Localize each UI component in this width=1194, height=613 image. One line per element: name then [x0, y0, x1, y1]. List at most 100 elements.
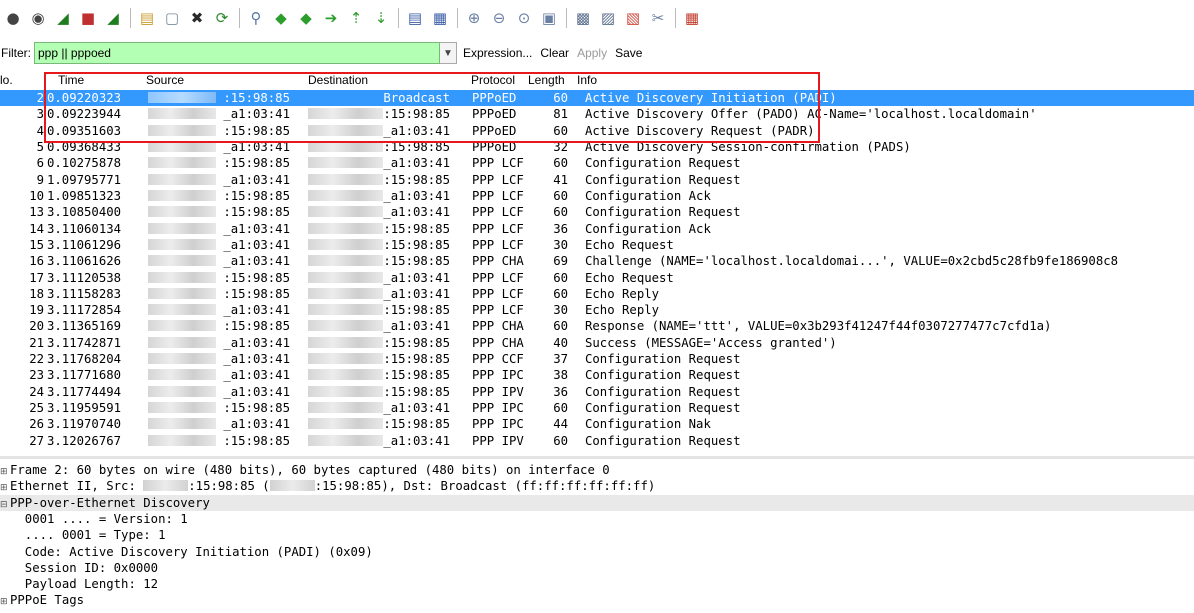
detail-line[interactable]: .... 0001 = Type: 1	[0, 527, 1194, 543]
detail-line[interactable]: Code: Active Discovery Initiation (PADI)…	[0, 544, 1194, 560]
preferences-icon[interactable]: ✂	[647, 7, 669, 29]
redacted-address	[148, 353, 216, 365]
folder-icon[interactable]: ▤	[136, 7, 158, 29]
detail-line[interactable]: 0001 .... = Version: 1	[0, 511, 1194, 527]
circle-dot-icon[interactable]: ◉	[27, 7, 49, 29]
packet-row[interactable]: 9 1.09795771 _a1:03:41:15:98:85 PPP LCF 41 Co…	[0, 172, 1194, 188]
packet-row[interactable]: 15 3.11061296 _a1:03:41:15:98:85 PPP LCF 30 E…	[0, 237, 1194, 253]
stop-icon[interactable]: ■	[77, 7, 99, 29]
packet-row[interactable]: 16 3.11061626 _a1:03:41:15:98:85 PPP CHA 69 C…	[0, 253, 1194, 269]
packet-row[interactable]: 20 3.11365169:15:98:85 _a1:03:41 PPP CHA 60 R…	[0, 318, 1194, 334]
forward-arrow-icon[interactable]: ◆	[295, 7, 317, 29]
packet-no: 6	[36, 156, 44, 171]
detail-line[interactable]: Payload Length: 12	[0, 576, 1194, 592]
packet-no: 17	[29, 270, 44, 285]
packet-details[interactable]: ⊞ Frame 2: 60 bytes on wire (480 bits), 6…	[0, 459, 1194, 613]
packet-row[interactable]: 18 3.11158283:15:98:85 _a1:03:41 PPP LCF 60 E…	[0, 286, 1194, 302]
detail-line[interactable]: Session ID: 0x0000	[0, 560, 1194, 576]
detail-text: :15:98:85 (	[188, 479, 270, 494]
packet-length: 38	[553, 368, 568, 383]
packet-protocol: PPP CCF	[472, 352, 524, 367]
packet-row[interactable]: 6 0.10275878:15:98:85 _a1:03:41 PPP LCF 60 Co…	[0, 155, 1194, 171]
packet-no: 18	[29, 286, 44, 301]
search-icon[interactable]: ⚲	[245, 7, 267, 29]
packet-row[interactable]: 22 3.11768204 _a1:03:41:15:98:85 PPP CCF 37 C…	[0, 351, 1194, 367]
packet-row[interactable]: 24 3.11774494 _a1:03:41:15:98:85 PPP IPV 36 C…	[0, 384, 1194, 400]
packet-row[interactable]: 17 3.11120538:15:98:85 _a1:03:41 PPP LCF 60 E…	[0, 270, 1194, 286]
zoom-out-icon[interactable]: ⊖	[488, 7, 510, 29]
redacted-address	[308, 418, 383, 430]
bottom-icon[interactable]: ⇣	[370, 7, 392, 29]
packet-info: Configuration Request	[585, 172, 741, 187]
detail-line[interactable]: ⊞ PPPoE Tags	[0, 592, 1194, 608]
packet-length: 60	[553, 205, 568, 220]
detail-line[interactable]: ⊞ Ethernet II, Src: :15:98:85 (:15:98:85)…	[0, 478, 1194, 494]
packet-time: 3.11365169	[47, 319, 122, 334]
packet-protocol: PPP IPC	[472, 401, 524, 416]
packet-info: Echo Request	[585, 237, 674, 252]
packet-info: Echo Request	[585, 270, 674, 285]
packet-row[interactable]: 21 3.11742871 _a1:03:41:15:98:85 PPP CHA 40 S…	[0, 335, 1194, 351]
packet-no: 3	[36, 107, 44, 122]
clear-button[interactable]: Clear	[540, 46, 569, 60]
packet-row[interactable]: 14 3.11060134 _a1:03:41:15:98:85 PPP LCF 36 C…	[0, 221, 1194, 237]
reload-icon[interactable]: ⟳	[211, 7, 233, 29]
expand-icon[interactable]: ⊞	[0, 594, 10, 610]
packet-protocol: PPP LCF	[472, 156, 524, 171]
zoom-normal-icon[interactable]: ⊙	[513, 7, 535, 29]
packet-row[interactable]: 27 3.12026767:15:98:85 _a1:03:41 PPP IPV 60 C…	[0, 433, 1194, 449]
redacted-address	[148, 271, 216, 283]
packet-no: 27	[29, 433, 44, 448]
detail-line[interactable]: ⊞ Frame 2: 60 bytes on wire (480 bits), 6…	[0, 462, 1194, 478]
top-icon[interactable]: ⇡	[345, 7, 367, 29]
packet-time: 3.11060134	[47, 221, 122, 236]
capture-filter-icon[interactable]: ▩	[572, 7, 594, 29]
redacted-address	[148, 385, 216, 397]
goto-icon[interactable]: ➔	[320, 7, 342, 29]
apply-button[interactable]: Apply	[577, 46, 607, 60]
redacted-address	[148, 369, 216, 381]
packet-row[interactable]: 23 3.11771680 _a1:03:41:15:98:85 PPP IPC 38 C…	[0, 367, 1194, 383]
packet-row[interactable]: 19 3.11172854 _a1:03:41:15:98:85 PPP LCF 30 E…	[0, 302, 1194, 318]
packet-row[interactable]: 13 3.10850400:15:98:85 _a1:03:41 PPP LCF 60 C…	[0, 204, 1194, 220]
shark-fin-restart-icon[interactable]: ◢	[102, 7, 124, 29]
expression-button[interactable]: Expression...	[463, 46, 532, 60]
resize-columns-icon[interactable]: ▣	[538, 7, 560, 29]
packet-length: 60	[553, 286, 568, 301]
redacted-address	[148, 255, 216, 267]
zoom-in-icon[interactable]: ⊕	[463, 7, 485, 29]
file-icon[interactable]: ▢	[161, 7, 183, 29]
packet-info: Challenge (NAME='localhost.localdomai...…	[585, 254, 1119, 269]
close-file-icon[interactable]: ✖	[186, 7, 208, 29]
detail-text: PPPoE Tags	[10, 593, 85, 608]
display-filter-input[interactable]: ppp || pppoed	[34, 42, 440, 64]
packet-info: Echo Reply	[585, 303, 660, 318]
detail-line[interactable]: ⊟ PPP-over-Ethernet Discovery	[0, 494, 1194, 511]
chevron-down-icon: ▼	[443, 47, 453, 59]
packet-protocol: PPP CHA	[472, 319, 524, 334]
circle-icon[interactable]: ●	[2, 7, 24, 29]
shark-fin-icon[interactable]: ◢	[52, 7, 74, 29]
packet-no: 2	[36, 91, 44, 105]
autoscroll-icon[interactable]: ▦	[429, 7, 451, 29]
packet-time: 3.11742871	[47, 335, 122, 350]
packet-protocol: PPP IPV	[472, 433, 524, 448]
colorize-icon[interactable]: ▤	[404, 7, 426, 29]
packet-protocol: PPP IPC	[472, 417, 524, 432]
display-filter-icon[interactable]: ▨	[597, 7, 619, 29]
packet-row[interactable]: 10 1.09851323:15:98:85 _a1:03:41 PPP LCF 60 C…	[0, 188, 1194, 204]
redacted-address	[308, 353, 383, 365]
filter-dropdown-button[interactable]: ▼	[440, 42, 457, 64]
packet-row[interactable]: 26 3.11970740 _a1:03:41:15:98:85 PPP IPC 44 C…	[0, 416, 1194, 432]
redacted-address	[148, 173, 216, 185]
back-arrow-icon[interactable]: ◆	[270, 7, 292, 29]
help-icon[interactable]: ▦	[681, 7, 703, 29]
packet-length: 36	[553, 384, 568, 399]
column-header-no[interactable]: lo.	[0, 73, 13, 87]
save-button[interactable]: Save	[615, 46, 642, 60]
packet-time: 0.10275878	[47, 156, 122, 171]
packet-row[interactable]: 25 3.11959591:15:98:85 _a1:03:41 PPP IPC 60 C…	[0, 400, 1194, 416]
detail-text: Code: Active Discovery Initiation (PADI)…	[10, 544, 373, 559]
packet-protocol: PPP LCF	[472, 188, 524, 203]
coloring-rules-icon[interactable]: ▧	[622, 7, 644, 29]
